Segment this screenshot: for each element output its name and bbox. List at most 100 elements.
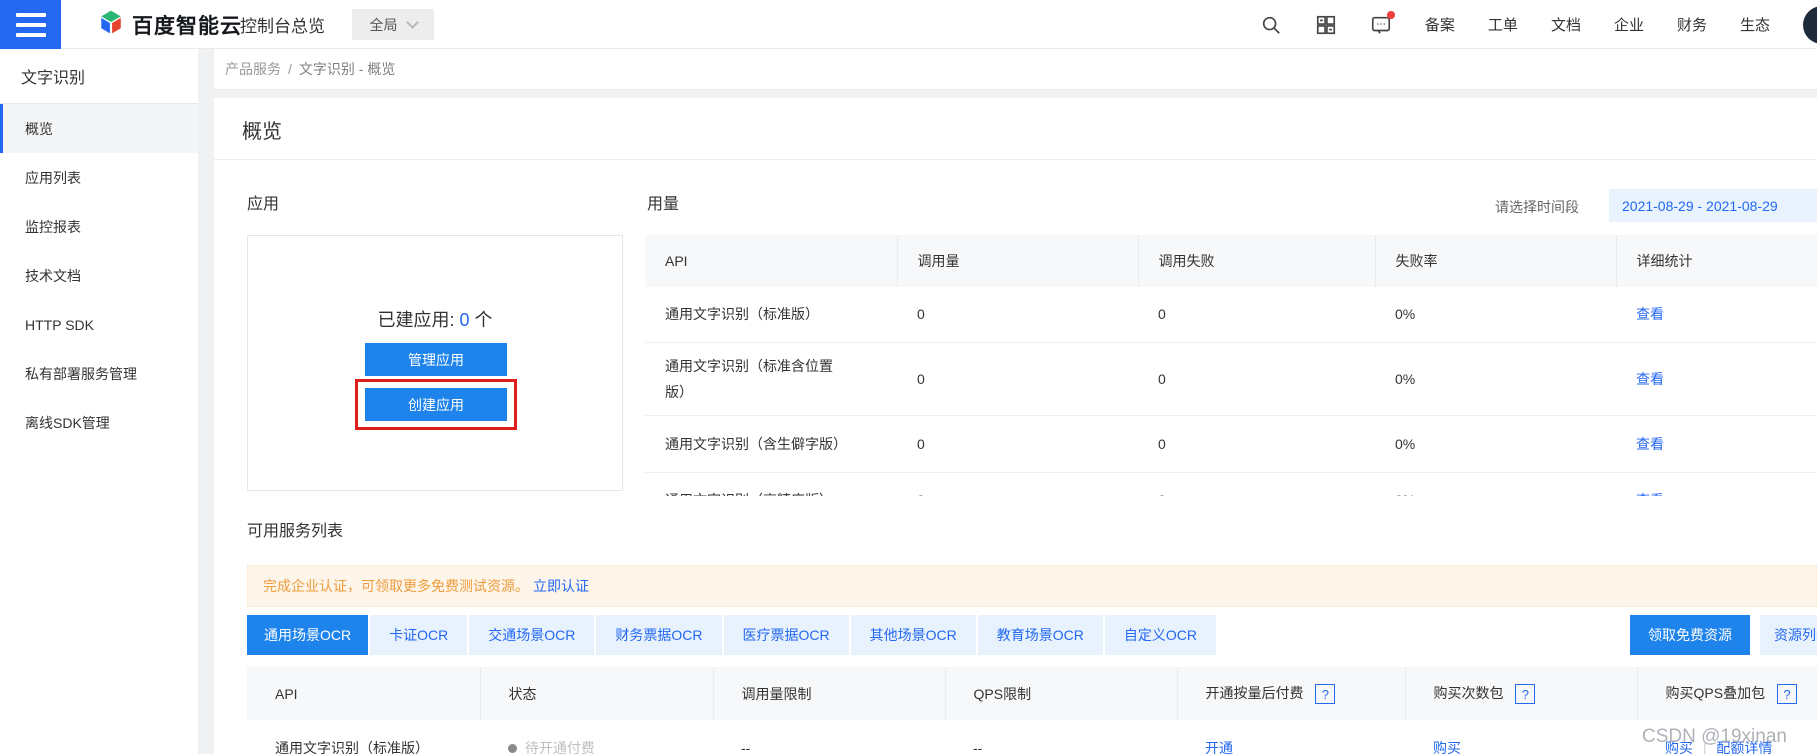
title-divider [214, 159, 1817, 160]
help-icon[interactable]: ? [1315, 684, 1335, 704]
sidebar-item-private-deploy[interactable]: 私有部署服务管理 [0, 349, 198, 398]
brand-name: 百度智能云 [132, 10, 242, 40]
failure-rate-value: 0% [1375, 472, 1616, 496]
view-detail-link[interactable]: 查看 [1636, 371, 1664, 387]
sidebar-item-http-sdk[interactable]: HTTP SDK [0, 300, 198, 349]
help-icon[interactable]: ? [1515, 684, 1535, 704]
svc-api-name: 通用文字识别（标准版） [247, 720, 480, 754]
top-navbar: 百度智能云 控制台总览 全局 备案 工单 文档 企业 财务 生态 [0, 0, 1817, 49]
svc-qps-value: -- [945, 720, 1177, 754]
open-postpay-link[interactable]: 开通 [1205, 740, 1233, 754]
created-apps-label: 已建应用: [377, 310, 454, 330]
nav-item-qiye[interactable]: 企业 [1614, 14, 1644, 35]
resource-list-button[interactable]: 资源列表 [1760, 615, 1817, 655]
navbar-right: 备案 工单 文档 企业 财务 生态 [1260, 0, 1817, 49]
create-app-button[interactable]: 创建应用 [365, 388, 507, 421]
certify-now-link[interactable]: 立即认证 [533, 576, 589, 596]
page-title: 概览 [242, 115, 282, 144]
link-separator: | [1703, 740, 1707, 754]
usage-col-detail: 详细统计 [1616, 235, 1817, 287]
usage-col-api: API [645, 235, 897, 287]
time-range-value: 2021-08-29 - 2021-08-29 [1622, 198, 1778, 214]
nav-item-gongdan[interactable]: 工单 [1488, 14, 1518, 35]
breadcrumb-parent[interactable]: 产品服务 [225, 59, 281, 79]
manage-app-button[interactable]: 管理应用 [365, 343, 507, 376]
quota-detail-link[interactable]: 配额详情 [1716, 740, 1772, 754]
tab-medical-ocr[interactable]: 医疗票据OCR [724, 615, 849, 655]
services-table-container: API 状态 调用量限制 QPS限制 开通按量后付费 ? 购买次数包 ? 购买Q… [247, 667, 1817, 754]
usage-col-calls: 调用量 [897, 235, 1138, 287]
buy-count-pack-link[interactable]: 购买 [1433, 740, 1461, 754]
usage-table: API 调用量 调用失败 失败率 详细统计 通用文字识别（标准版） 0 0 0%… [645, 235, 1817, 496]
sidebar-item-offline-sdk[interactable]: 离线SDK管理 [0, 398, 198, 447]
sidebar-item-monitor-report[interactable]: 监控报表 [0, 202, 198, 251]
svc-col-qps: QPS限制 [945, 667, 1177, 720]
failures-value: 0 [1138, 472, 1375, 496]
menu-toggle-icon[interactable] [0, 0, 61, 49]
table-row: 通用文字识别（标准含位置版） 0 0 0% 查看 [645, 342, 1817, 415]
region-selector[interactable]: 全局 [352, 9, 434, 40]
breadcrumb-separator: / [288, 61, 292, 77]
tab-custom-ocr[interactable]: 自定义OCR [1105, 615, 1216, 655]
status-badge: 待开通付费 [525, 740, 595, 754]
table-row: 通用文字识别（标准版） 待开通付费 -- -- 开通 购买 购买 | 配额详情 [247, 720, 1817, 754]
svc-col-qps-pack-label: 购买QPS叠加包 [1666, 685, 1766, 701]
svc-col-count-pack-label: 购买次数包 [1434, 685, 1504, 701]
content-card: 概览 应用 已建应用: 0 个 管理应用 创建应用 用量 请选择时间段 2021… [214, 98, 1817, 754]
view-detail-link[interactable]: 查看 [1636, 436, 1664, 452]
services-table: API 状态 调用量限制 QPS限制 开通按量后付费 ? 购买次数包 ? 购买Q… [247, 667, 1817, 754]
created-apps-value: 0 [460, 310, 470, 330]
api-name: 通用文字识别（标准版） [665, 301, 819, 327]
svc-col-qps-pack: 购买QPS叠加包 ? [1637, 667, 1817, 720]
notice-text: 完成企业认证，可领取更多免费测试资源。 [263, 576, 529, 596]
baidu-cloud-logo-icon [98, 9, 124, 40]
console-title: 控制台总览 [240, 0, 325, 49]
tab-general-ocr[interactable]: 通用场景OCR [247, 615, 368, 655]
app-box: 已建应用: 0 个 管理应用 创建应用 [247, 235, 623, 491]
created-apps-count: 已建应用: 0 个 [248, 306, 622, 332]
user-avatar[interactable] [1803, 6, 1817, 44]
tab-card-ocr[interactable]: 卡证OCR [370, 615, 467, 655]
api-name: 通用文字识别（高精度版） [665, 487, 833, 497]
view-detail-link[interactable]: 查看 [1636, 306, 1664, 322]
nav-item-wendang[interactable]: 文档 [1551, 14, 1581, 35]
tab-finance-ocr[interactable]: 财务票据OCR [596, 615, 721, 655]
svc-col-count-pack: 购买次数包 ? [1405, 667, 1637, 720]
nav-item-shengtai[interactable]: 生态 [1740, 14, 1770, 35]
calls-value: 0 [897, 287, 1138, 342]
api-name: 通用文字识别（标准含位置版） [665, 353, 840, 405]
failures-value: 0 [1138, 342, 1375, 415]
sidebar-item-tech-docs[interactable]: 技术文档 [0, 251, 198, 300]
tab-education-ocr[interactable]: 教育场景OCR [978, 615, 1103, 655]
calls-value: 0 [897, 342, 1138, 415]
services-section-title: 可用服务列表 [247, 517, 343, 541]
search-icon[interactable] [1260, 14, 1282, 36]
nav-item-caiwu[interactable]: 财务 [1677, 14, 1707, 35]
message-icon[interactable] [1370, 14, 1392, 36]
calls-value: 0 [897, 415, 1138, 472]
svc-col-postpay: 开通按量后付费 ? [1177, 667, 1405, 720]
failures-value: 0 [1138, 287, 1375, 342]
tab-traffic-ocr[interactable]: 交通场景OCR [469, 615, 594, 655]
help-icon[interactable]: ? [1777, 684, 1797, 704]
region-value: 全局 [370, 15, 398, 35]
brand-logo[interactable]: 百度智能云 [98, 0, 242, 49]
table-row: 通用文字识别（标准版） 0 0 0% 查看 [645, 287, 1817, 342]
certification-notice-banner: 完成企业认证，可领取更多免费测试资源。 立即认证 [247, 565, 1817, 607]
time-range-label: 请选择时间段 [1495, 197, 1579, 217]
claim-free-resources-button[interactable]: 领取免费资源 [1630, 615, 1750, 655]
sidebar: 文字识别 概览 应用列表 监控报表 技术文档 HTTP SDK 私有部署服务管理… [0, 49, 198, 754]
buy-qps-pack-link[interactable]: 购买 [1665, 740, 1693, 754]
table-row: 通用文字识别（含生僻字版） 0 0 0% 查看 [645, 415, 1817, 472]
apps-grid-icon[interactable] [1315, 14, 1337, 36]
failure-rate-value: 0% [1375, 415, 1616, 472]
sidebar-item-overview[interactable]: 概览 [0, 104, 198, 153]
tab-other-ocr[interactable]: 其他场景OCR [851, 615, 976, 655]
notification-badge [1387, 11, 1395, 19]
failure-rate-value: 0% [1375, 287, 1616, 342]
sidebar-item-app-list[interactable]: 应用列表 [0, 153, 198, 202]
time-range-picker[interactable]: 2021-08-29 - 2021-08-29 [1609, 189, 1817, 222]
nav-item-beian[interactable]: 备案 [1425, 14, 1455, 35]
view-detail-link[interactable]: 查看 [1636, 492, 1664, 497]
failures-value: 0 [1138, 415, 1375, 472]
